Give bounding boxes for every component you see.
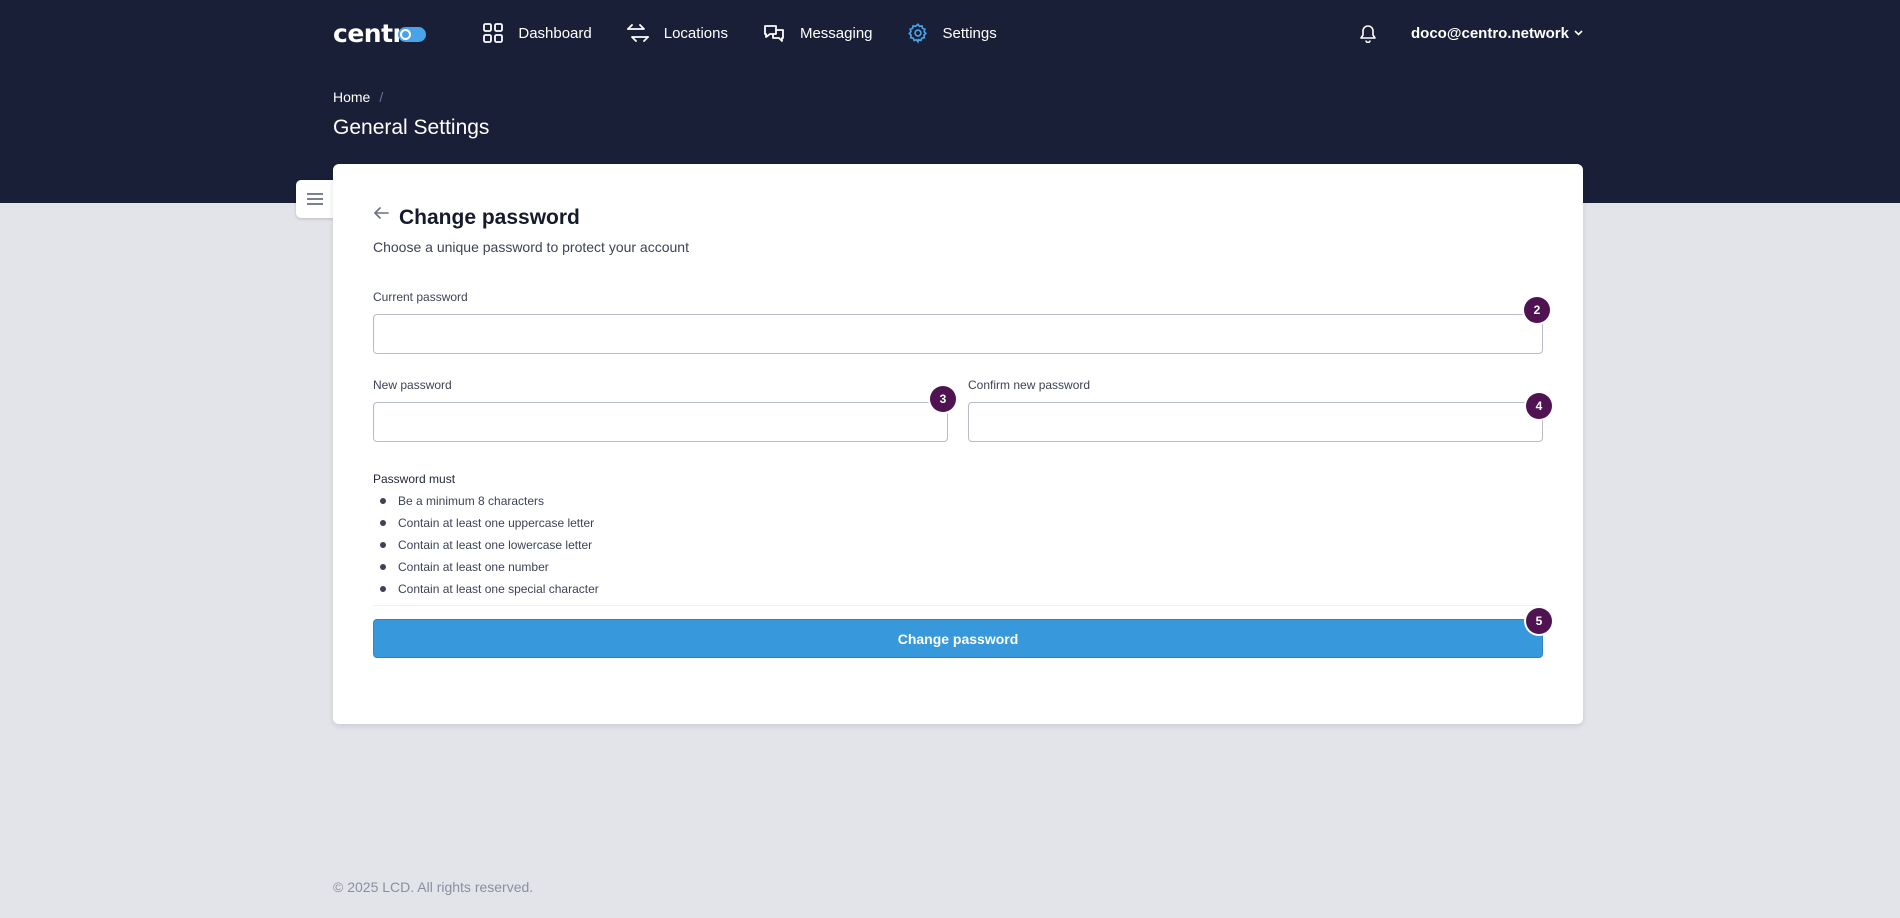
- password-rules-list: Be a minimum 8 characters Contain at lea…: [373, 490, 599, 600]
- annotation-badge: 3: [930, 386, 956, 412]
- list-item: Be a minimum 8 characters: [373, 490, 599, 512]
- current-password-label: Current password: [373, 290, 468, 304]
- footer-copyright: © 2025 LCD. All rights reserved.: [333, 879, 534, 895]
- bell-icon: [1360, 25, 1376, 43]
- nav-item-messaging[interactable]: Messaging: [762, 22, 873, 44]
- list-item: Contain at least one number: [373, 556, 599, 578]
- annotation-badge: 2: [1524, 297, 1550, 323]
- current-password-input[interactable]: [373, 314, 1543, 354]
- brand-name: centr: [333, 18, 405, 48]
- new-password-label: New password: [373, 378, 452, 392]
- annotation-badge: 5: [1526, 608, 1552, 634]
- new-password-input[interactable]: [373, 402, 948, 442]
- annotation-badge: 4: [1526, 393, 1552, 419]
- password-rules-title: Password must: [373, 472, 456, 486]
- nav-item-dashboard[interactable]: Dashboard: [482, 22, 592, 44]
- nav-item-label: Settings: [942, 24, 997, 42]
- arrows-exchange-icon: [626, 24, 649, 42]
- gear-icon: [907, 23, 927, 44]
- nav-item-locations[interactable]: Locations: [626, 22, 728, 44]
- list-item: Contain at least one uppercase letter: [373, 512, 599, 534]
- brand-logo[interactable]: centr: [333, 18, 427, 48]
- nav-item-label: Dashboard: [518, 24, 592, 42]
- card-title: Change password: [399, 206, 580, 229]
- change-password-card: Change password Choose a unique password…: [333, 164, 1583, 724]
- change-password-button[interactable]: Change password: [373, 619, 1543, 658]
- breadcrumb-home[interactable]: Home: [333, 89, 370, 105]
- menu-icon: [307, 193, 323, 205]
- user-email: doco@centro.network: [1411, 24, 1569, 42]
- divider: [373, 605, 1543, 606]
- nav-items: Dashboard Locations Messaging Settings: [482, 22, 1030, 44]
- confirm-password-input[interactable]: [968, 402, 1543, 442]
- back-button[interactable]: [373, 206, 389, 220]
- nav-right: doco@centro.network: [1359, 23, 1583, 43]
- arrow-left-icon: [374, 207, 389, 219]
- chat-bubbles-icon: [764, 25, 784, 42]
- page-title: General Settings: [333, 116, 490, 139]
- user-menu[interactable]: doco@centro.network: [1411, 25, 1583, 42]
- notifications-button[interactable]: [1359, 23, 1377, 43]
- list-item: Contain at least one lowercase letter: [373, 534, 599, 556]
- sidebar-toggle-button[interactable]: [296, 180, 334, 218]
- list-item: Contain at least one special character: [373, 578, 599, 600]
- nav-item-settings[interactable]: Settings: [907, 22, 997, 44]
- chevron-down-icon: [1574, 30, 1583, 36]
- nav-item-label: Messaging: [799, 24, 873, 42]
- breadcrumb: Home /: [333, 89, 383, 105]
- grid-icon: [483, 23, 504, 43]
- confirm-password-label: Confirm new password: [968, 378, 1091, 392]
- top-nav: centr Dashboard Locations Messaging Sett…: [333, 0, 1583, 66]
- card-subtitle: Choose a unique password to protect your…: [373, 239, 689, 255]
- logo-pill-icon: [398, 27, 427, 42]
- nav-item-label: Locations: [663, 24, 728, 42]
- breadcrumb-separator: /: [379, 89, 384, 105]
